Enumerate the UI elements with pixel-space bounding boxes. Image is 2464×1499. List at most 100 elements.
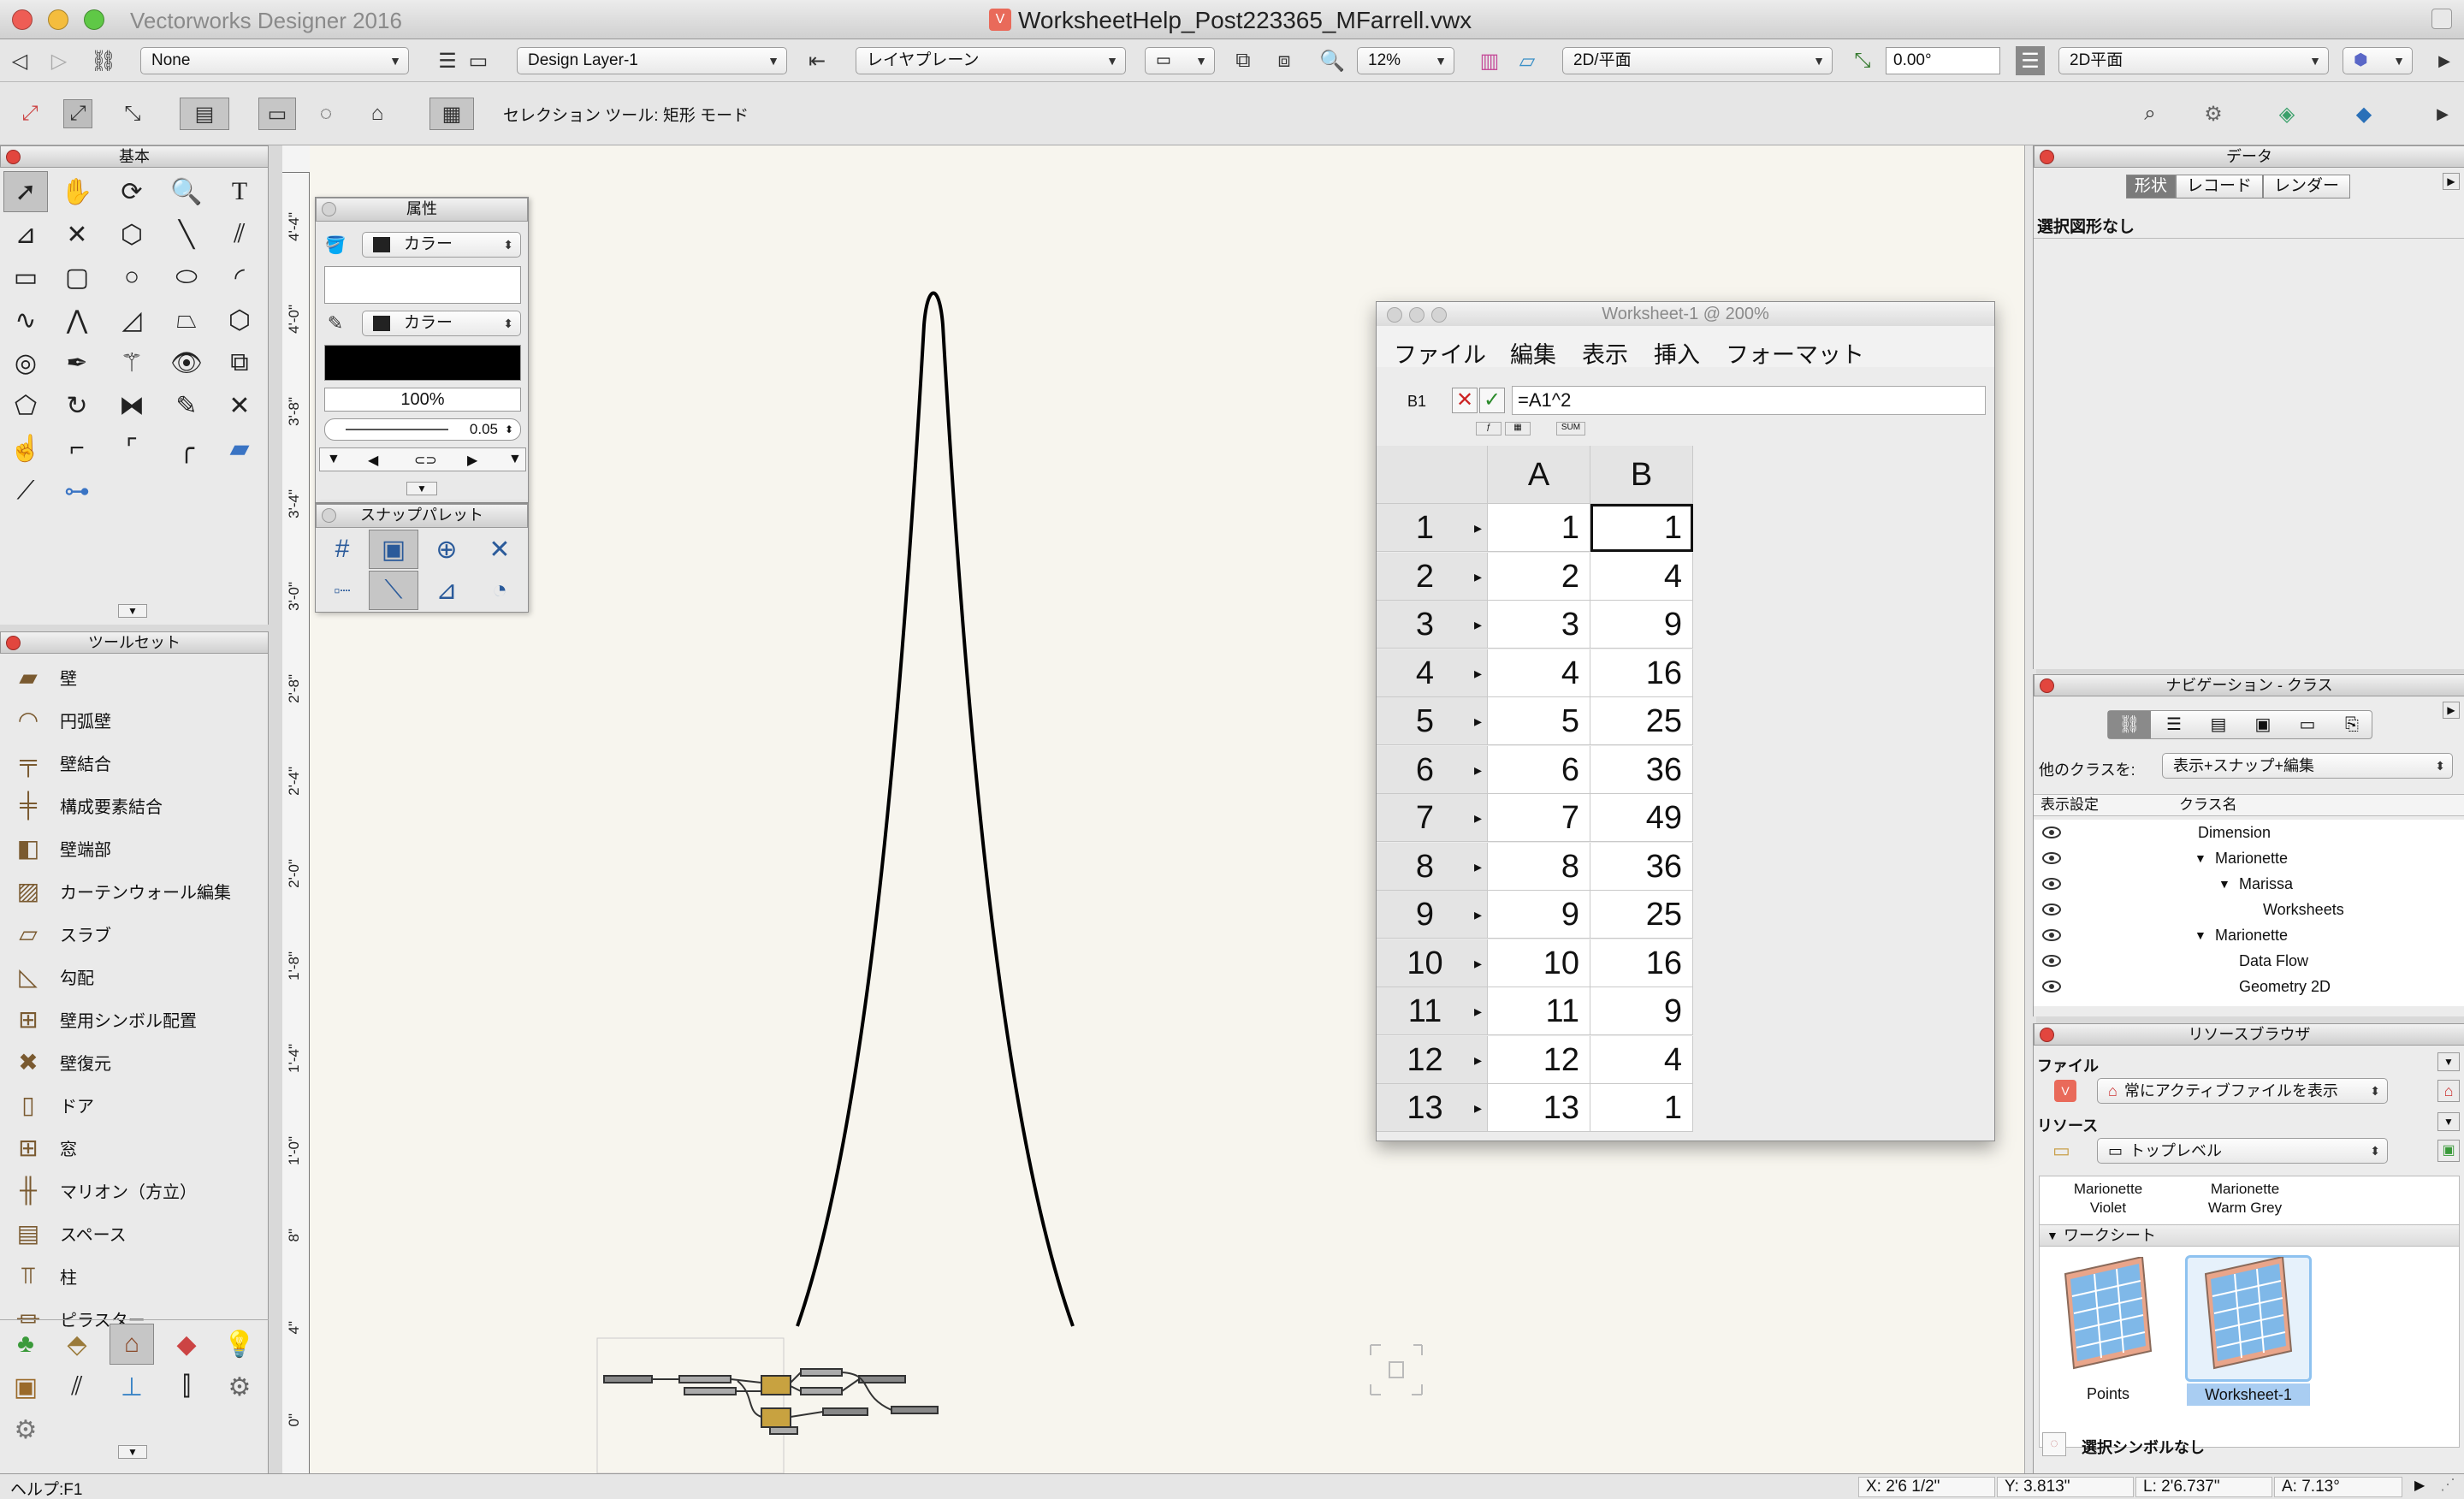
class-tree-row[interactable]: Worksheets: [2034, 897, 2453, 922]
worksheet-cell[interactable]: 4: [1590, 552, 1693, 601]
row-disclosure-icon[interactable]: ▸: [1474, 843, 1482, 891]
class-tree-row[interactable]: ▼ Marionette: [2034, 922, 2453, 948]
snap-palette-title-bar[interactable]: スナップパレット: [316, 504, 528, 528]
rotate-tool-icon[interactable]: ↻: [55, 385, 99, 426]
object-info-icon[interactable]: ◆: [2349, 99, 2378, 128]
plane-dropdown[interactable]: レイヤプレーン ▼: [856, 47, 1126, 74]
preferences-icon[interactable]: ▦: [429, 98, 474, 130]
fit-to-objects-icon[interactable]: ⧉: [1229, 46, 1258, 75]
view-dropdown[interactable]: 2D/平面 ▼: [1562, 47, 1833, 74]
bell-curve[interactable]: [796, 291, 1075, 1327]
working-plane-icon[interactable]: ▱: [1513, 46, 1542, 75]
toolset-item[interactable]: ▤ スペース: [0, 1212, 267, 1254]
pan-tool-icon[interactable]: ✋: [55, 171, 99, 212]
worksheet-zoom-button[interactable]: [1431, 307, 1447, 323]
insert-criteria-icon[interactable]: ▦: [1505, 422, 1531, 435]
row-disclosure-icon[interactable]: ▸: [1474, 794, 1482, 842]
close-icon[interactable]: [6, 150, 21, 164]
snap-to-tangent-icon[interactable]: ◔: [475, 571, 524, 610]
wire-tool-icon[interactable]: ⟋: [3, 471, 48, 512]
toolset-scroll-down[interactable]: ▼: [118, 1445, 147, 1459]
page-dropdown[interactable]: ▭ ▼: [1145, 47, 1215, 74]
length-readout[interactable]: L: 2'6.737": [2135, 1477, 2272, 1497]
resource-browser-title-bar[interactable]: リソースブラウザ: [2034, 1023, 2464, 1046]
machine-design-tab-icon[interactable]: ⊥: [110, 1366, 154, 1407]
snap-to-distance-icon[interactable]: ⟍: [369, 571, 418, 610]
flyover-icon[interactable]: ▥: [1475, 46, 1504, 75]
close-icon[interactable]: [6, 636, 21, 650]
tab-shape[interactable]: 形状: [2126, 175, 2176, 198]
worksheet-cell[interactable]: 8: [1488, 842, 1590, 891]
visibility-eye-icon[interactable]: [2042, 878, 2061, 890]
toolset-item[interactable]: ✖ 壁復元: [0, 1040, 267, 1083]
nav-saved-views-icon[interactable]: ▭: [2286, 711, 2329, 738]
minimize-window-button[interactable]: [48, 9, 68, 30]
column-header[interactable]: A: [1488, 446, 1590, 504]
file-dropdown[interactable]: ⌂ 常にアクティブファイルを表示 ⬍: [2097, 1078, 2388, 1104]
single-object-scaling-icon[interactable]: ⤢: [63, 99, 92, 128]
row-header[interactable]: 3 ▸: [1377, 601, 1488, 649]
mirror-tool-icon[interactable]: ⧓: [110, 385, 154, 426]
worksheet-cell[interactable]: 13: [1488, 1084, 1590, 1132]
fillet-tool-icon[interactable]: ╭: [164, 428, 209, 469]
class-tree-row[interactable]: ▼ Marissa: [2034, 871, 2453, 897]
smart-edge-icon[interactable]: ⊿: [422, 571, 471, 610]
nav-sheet-layers-icon[interactable]: ▤: [2197, 711, 2240, 738]
row-header[interactable]: 6 ▸: [1377, 745, 1488, 794]
fit-to-page-icon[interactable]: ⧈: [1270, 46, 1299, 75]
fill-preview[interactable]: [324, 266, 521, 304]
polygon-tool-icon[interactable]: ◿: [110, 299, 154, 341]
start-marker-dropdown[interactable]: ▼: [327, 452, 341, 467]
back-icon[interactable]: ◁: [5, 46, 34, 75]
new-folder-icon[interactable]: ▣: [2437, 1140, 2460, 1162]
worksheet-cell[interactable]: 7: [1488, 794, 1590, 842]
toolset-item[interactable]: ◠ 円弧壁: [0, 698, 267, 741]
row-header[interactable]: 11 ▸: [1377, 987, 1488, 1035]
marionette-network[interactable]: [603, 1368, 939, 1435]
rectangle-tool-icon[interactable]: ▭: [3, 257, 48, 298]
sum-icon[interactable]: SUM: [1556, 422, 1585, 435]
snap-to-intersection-icon[interactable]: ✕: [475, 530, 524, 569]
fasteners-tab-icon[interactable]: ⚙: [217, 1366, 262, 1407]
marionette-tool-icon[interactable]: ⊶: [55, 471, 99, 512]
worksheet-cell[interactable]: 2: [1488, 552, 1590, 601]
visualization-tab-icon[interactable]: ◆: [164, 1324, 209, 1365]
end-arrow-icon[interactable]: ▶: [467, 452, 477, 469]
building-shell-tab-icon[interactable]: ⬘: [55, 1324, 99, 1365]
lasso-icon[interactable]: ◌: [311, 99, 341, 128]
transform-mode-icon[interactable]: ▤: [180, 98, 229, 130]
row-header[interactable]: 10 ▸: [1377, 939, 1488, 987]
layers-icon[interactable]: ☰: [433, 46, 462, 75]
toolbar2-overflow-icon[interactable]: ▶: [2428, 99, 2457, 128]
visibility-eye-icon[interactable]: [2042, 955, 2061, 967]
arc-tool-icon[interactable]: ◜: [217, 257, 262, 298]
settings-gear-icon[interactable]: ⚙: [2199, 99, 2228, 128]
class-tree-row[interactable]: Data Flow: [2034, 948, 2453, 974]
insert-function-icon[interactable]: ƒ: [1476, 422, 1502, 435]
worksheet-cell[interactable]: 3: [1488, 601, 1590, 649]
toolset-item[interactable]: ╫ マリオン（方立）: [0, 1169, 267, 1212]
class-tree-row[interactable]: ▼ Marionette: [2034, 845, 2453, 871]
layer-options-icon[interactable]: ▭: [464, 46, 493, 75]
detailing-tab-icon[interactable]: ⫽: [55, 1366, 99, 1407]
close-icon[interactable]: [322, 202, 336, 216]
multiple-object-scaling-icon[interactable]: ⤡: [118, 99, 147, 128]
angle-readout[interactable]: A: 7.13°: [2274, 1477, 2402, 1497]
eyedropper-tool-icon[interactable]: ✒: [55, 342, 99, 383]
row-header[interactable]: 7 ▸: [1377, 794, 1488, 842]
pen-style-dropdown[interactable]: カラー ⬍: [362, 311, 521, 336]
row-header[interactable]: 4 ▸: [1377, 649, 1488, 697]
worksheet-cell[interactable]: 6: [1488, 745, 1590, 794]
pen-preview[interactable]: [324, 345, 521, 381]
snap-to-grid-icon[interactable]: #: [317, 530, 367, 569]
spiral-tool-icon[interactable]: ◎: [3, 342, 48, 383]
class-icon[interactable]: ⛓: [89, 46, 118, 75]
toolset-item[interactable]: ▱ スラブ: [0, 912, 267, 955]
x-coordinate[interactable]: X: 2'6 1/2": [1858, 1477, 1995, 1497]
end-marker-dropdown[interactable]: ▼: [508, 452, 522, 467]
rounded-rectangle-tool-icon[interactable]: ▢: [55, 257, 99, 298]
worksheet-cell[interactable]: 36: [1590, 842, 1693, 891]
other-classes-dropdown[interactable]: 表示+スナップ+編集 ⬍: [2162, 753, 2453, 779]
class-tree-row[interactable]: Geometry 2D: [2034, 974, 2453, 999]
text-tool-icon[interactable]: T: [217, 171, 262, 212]
